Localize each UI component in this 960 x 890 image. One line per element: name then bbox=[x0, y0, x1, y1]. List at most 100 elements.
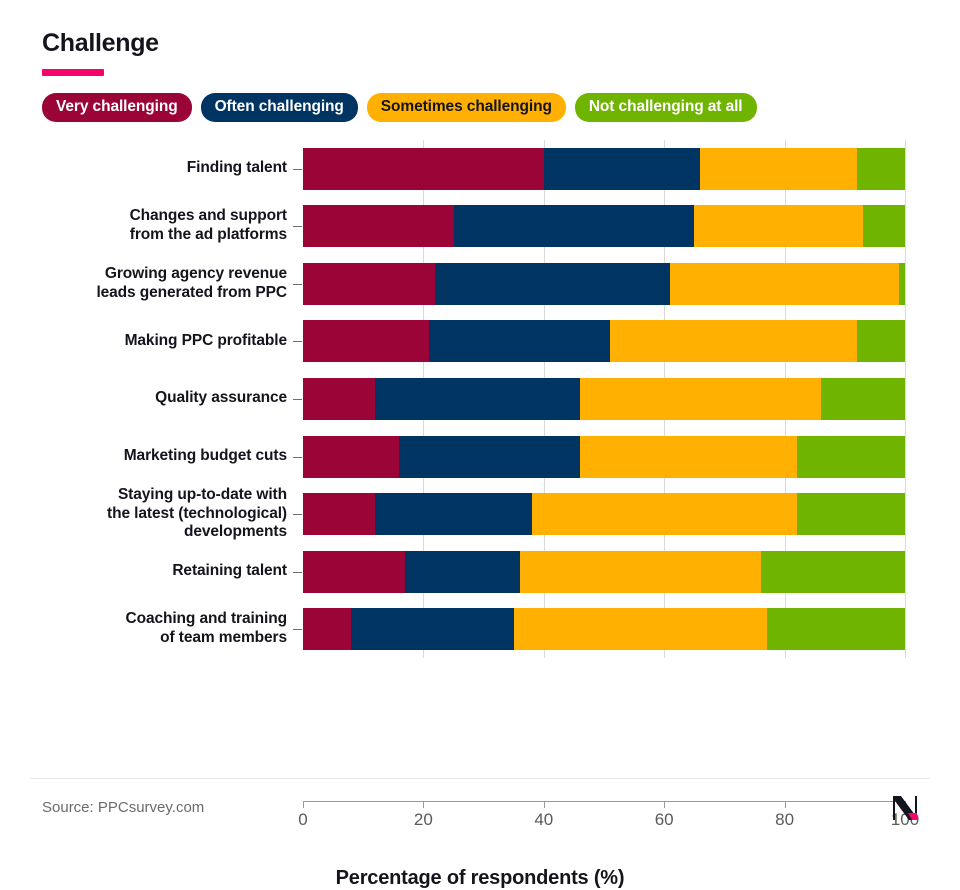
y-axis-label: Marketing budget cuts bbox=[17, 447, 287, 466]
legend-item-2[interactable]: Sometimes challenging bbox=[366, 93, 566, 122]
bar-segment-1[interactable] bbox=[399, 435, 580, 478]
bar-segment-3[interactable] bbox=[796, 493, 905, 536]
bar-segment-1[interactable] bbox=[375, 377, 580, 420]
bar-segment-2[interactable] bbox=[531, 493, 797, 536]
bar-segment-3[interactable] bbox=[856, 320, 905, 363]
y-axis-label: Retaining talent bbox=[17, 562, 287, 581]
bar-segment-2[interactable] bbox=[694, 205, 863, 248]
bar-segment-2[interactable] bbox=[519, 550, 761, 593]
bar-row: Coaching and training of team members bbox=[0, 600, 960, 658]
y-axis-label-line: Marketing budget cuts bbox=[123, 447, 287, 465]
y-axis-label-line: Changes and support bbox=[129, 207, 288, 225]
bar-segment-0[interactable] bbox=[303, 608, 352, 651]
title-underline-accent bbox=[42, 68, 104, 76]
y-axis-tick bbox=[293, 283, 302, 285]
y-axis-label: Quality assurance bbox=[17, 389, 287, 408]
bar-row: Retaining talent bbox=[0, 543, 960, 601]
brand-logo-icon bbox=[888, 791, 922, 825]
bar-segment-0[interactable] bbox=[303, 493, 376, 536]
chart-header: Challenge bbox=[42, 29, 922, 76]
bar-segment-0[interactable] bbox=[303, 435, 400, 478]
bar-segment-3[interactable] bbox=[820, 377, 905, 420]
bar-row: Quality assurance bbox=[0, 370, 960, 428]
y-axis-label-line: leads generated from PPC bbox=[96, 283, 287, 301]
y-axis-label-line: from the ad platforms bbox=[129, 226, 287, 244]
bar-segment-3[interactable] bbox=[760, 550, 905, 593]
bar-segment-0[interactable] bbox=[303, 262, 436, 305]
y-axis-label-line: Making PPC profitable bbox=[124, 331, 288, 349]
y-axis-label: Making PPC profitable bbox=[17, 331, 288, 351]
y-axis-tick bbox=[293, 571, 302, 573]
bar-segment-1[interactable] bbox=[429, 320, 610, 363]
y-axis-tick bbox=[293, 226, 302, 228]
chart-footer: Source: PPCsurvey.com bbox=[30, 778, 930, 835]
legend-item-label: Often challenging bbox=[214, 98, 344, 115]
x-axis-title: Percentage of respondents (%) bbox=[335, 867, 625, 889]
bar-rows: Finding talent Changes and support from th… bbox=[0, 140, 960, 658]
bar-segment-0[interactable] bbox=[303, 377, 376, 420]
stacked-bar[interactable] bbox=[303, 205, 905, 248]
bar-row: Staying up-to-date with the latest (techn… bbox=[0, 485, 960, 543]
y-axis-label-line: the latest (technological) bbox=[107, 504, 287, 522]
legend-item-label: Very challenging bbox=[56, 98, 178, 115]
y-axis-label: Staying up-to-date with the latest (techn… bbox=[17, 486, 287, 543]
bar-segment-1[interactable] bbox=[375, 493, 532, 536]
bar-segment-2[interactable] bbox=[579, 377, 821, 420]
y-axis-label-line: Finding talent bbox=[186, 159, 287, 177]
bar-segment-0[interactable] bbox=[303, 147, 544, 190]
stacked-bar[interactable] bbox=[303, 493, 905, 536]
y-axis-tick bbox=[293, 398, 302, 400]
stacked-bar[interactable] bbox=[303, 608, 905, 651]
y-axis-label-line: of team members bbox=[160, 629, 287, 647]
y-axis-label-line: Coaching and training bbox=[125, 610, 287, 628]
stacked-bar[interactable] bbox=[303, 435, 905, 478]
bar-segment-1[interactable] bbox=[351, 608, 514, 651]
page-title: Challenge bbox=[42, 29, 159, 57]
bar-segment-0[interactable] bbox=[303, 205, 454, 248]
bar-segment-1[interactable] bbox=[543, 147, 701, 190]
y-axis-tick bbox=[293, 514, 302, 516]
bar-segment-1[interactable] bbox=[405, 550, 520, 593]
bar-row: Making PPC profitable bbox=[0, 313, 960, 371]
bar-segment-2[interactable] bbox=[610, 320, 857, 363]
bar-row: Marketing budget cuts bbox=[0, 428, 960, 486]
y-axis-label: Growing agency revenue leads generated fr… bbox=[17, 265, 287, 303]
bar-row: Changes and support from the ad platforms bbox=[0, 198, 960, 256]
y-axis-label: Finding talent bbox=[17, 159, 287, 178]
bar-segment-3[interactable] bbox=[796, 435, 905, 478]
y-axis-tick bbox=[293, 341, 302, 343]
bar-segment-0[interactable] bbox=[303, 550, 406, 593]
bar-segment-3[interactable] bbox=[898, 262, 905, 305]
stacked-bar[interactable] bbox=[303, 377, 905, 420]
bar-segment-1[interactable] bbox=[435, 262, 671, 305]
y-axis-label-line: developments bbox=[183, 523, 287, 541]
y-axis-label-line: Quality assurance bbox=[155, 389, 287, 407]
legend-item-1[interactable]: Often challenging bbox=[200, 93, 358, 122]
stacked-bar[interactable] bbox=[303, 147, 905, 190]
bar-segment-2[interactable] bbox=[700, 147, 857, 190]
chart-legend: Very challenging Often challenging Sometim… bbox=[42, 93, 757, 122]
legend-item-0[interactable]: Very challenging bbox=[42, 93, 192, 122]
bar-segment-3[interactable] bbox=[856, 147, 905, 190]
stacked-bar[interactable] bbox=[303, 320, 905, 363]
y-axis-tick bbox=[293, 629, 302, 631]
plot-area: Finding talent Changes and support from th… bbox=[0, 140, 960, 889]
bar-segment-3[interactable] bbox=[862, 205, 905, 248]
bar-segment-0[interactable] bbox=[303, 320, 430, 363]
source-label: Source: PPCsurvey.com bbox=[42, 799, 205, 816]
bar-row: Growing agency revenue leads generated fr… bbox=[0, 255, 960, 313]
stacked-bar[interactable] bbox=[303, 550, 905, 593]
stacked-bar[interactable] bbox=[303, 262, 905, 305]
bar-segment-1[interactable] bbox=[453, 205, 695, 248]
y-axis-label: Changes and support from the ad platforms bbox=[17, 207, 288, 245]
bar-segment-3[interactable] bbox=[766, 608, 905, 651]
y-axis-label-line: Growing agency revenue bbox=[104, 264, 287, 282]
bar-segment-2[interactable] bbox=[513, 608, 767, 651]
y-axis-tick bbox=[293, 456, 302, 458]
legend-item-label: Not challenging at all bbox=[588, 98, 743, 115]
y-axis-label: Coaching and training of team members bbox=[17, 610, 287, 648]
legend-item-3[interactable]: Not challenging at all bbox=[574, 93, 757, 122]
bar-segment-2[interactable] bbox=[579, 435, 797, 478]
chart-card: Challenge Very challenging Often challeng… bbox=[0, 0, 960, 889]
bar-segment-2[interactable] bbox=[670, 262, 899, 305]
